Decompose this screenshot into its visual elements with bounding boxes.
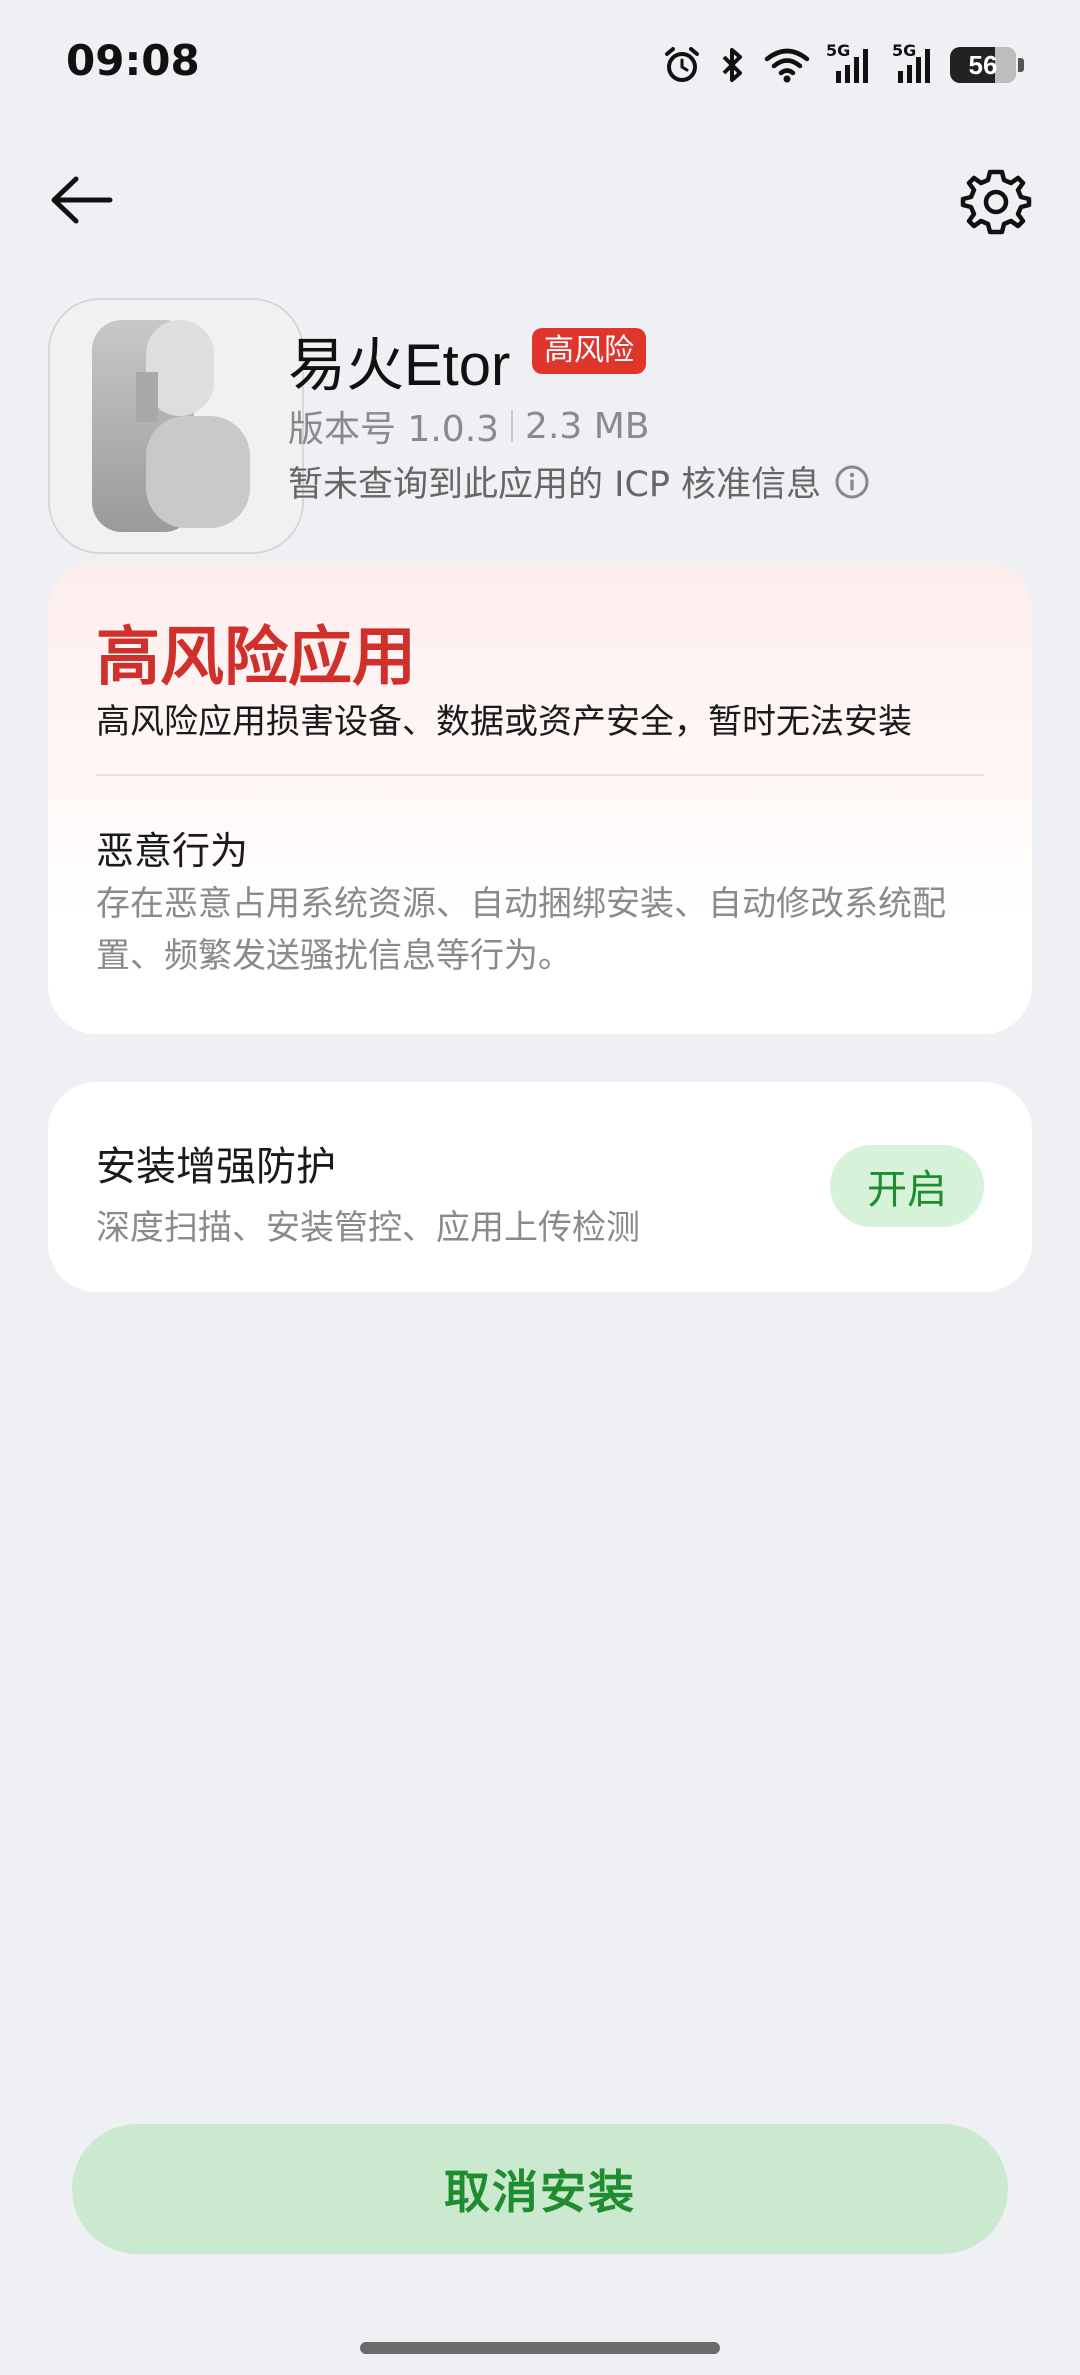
wifi-icon xyxy=(764,45,810,85)
app-name: 易火Etor xyxy=(288,333,511,398)
behavior-title: 恶意行为 xyxy=(96,829,249,873)
status-icons: 5G 5G 56 xyxy=(662,40,1024,90)
risk-badge: 高风险 xyxy=(532,328,646,374)
signal-5g-icon: 5G xyxy=(826,41,872,85)
protection-title: 安装增强防护 xyxy=(96,1144,336,1190)
app-version: 版本号 1.0.3 xyxy=(288,409,500,450)
signal-5g-icon-2: 5G xyxy=(888,41,934,85)
warning-description: 高风险应用损害设备、数据或资产安全，暂时无法安装 xyxy=(96,702,912,742)
bluetooth-icon xyxy=(718,45,748,85)
settings-button[interactable] xyxy=(956,160,1036,240)
letter-e-app-icon xyxy=(50,300,302,552)
info-icon[interactable] xyxy=(833,463,871,501)
status-bar: 09:08 5G 5G 56 xyxy=(0,0,1080,130)
icp-notice: 暂未查询到此应用的 ICP 核准信息 xyxy=(288,465,822,505)
icp-info[interactable]: 暂未查询到此应用的 ICP 核准信息 xyxy=(288,456,871,507)
warning-title: 高风险应用 xyxy=(96,621,416,695)
app-size: 2.3 MB xyxy=(525,405,650,447)
status-time: 09:08 xyxy=(66,36,200,85)
gear-icon xyxy=(960,169,1032,235)
home-indicator[interactable] xyxy=(360,2342,720,2354)
app-icon xyxy=(48,298,304,554)
protection-description: 深度扫描、安装管控、应用上传检测 xyxy=(96,1208,640,1248)
risk-warning-card: 高风险应用 高风险应用损害设备、数据或资产安全，暂时无法安装 恶意行为 存在恶意… xyxy=(48,562,1032,1034)
battery-tip xyxy=(1018,58,1024,72)
enable-protection-button[interactable]: 开启 xyxy=(830,1145,984,1227)
app-meta: 版本号 1.0.3 2.3 MB xyxy=(288,400,650,452)
behavior-description: 存在恶意占用系统资源、自动捆绑安装、自动修改系统配置、频繁发送骚扰信息等行为。 xyxy=(96,884,946,976)
meta-divider xyxy=(511,410,514,442)
alarm-icon xyxy=(662,45,702,85)
battery-icon: 56 xyxy=(950,47,1016,83)
battery-level: 56 xyxy=(968,49,998,80)
cancel-install-button[interactable]: 取消安装 xyxy=(72,2124,1008,2254)
arrow-left-icon xyxy=(51,176,113,224)
install-protection-card: 安装增强防护 深度扫描、安装管控、应用上传检测 开启 xyxy=(48,1082,1032,1292)
divider xyxy=(96,774,984,776)
back-button[interactable] xyxy=(44,160,124,240)
